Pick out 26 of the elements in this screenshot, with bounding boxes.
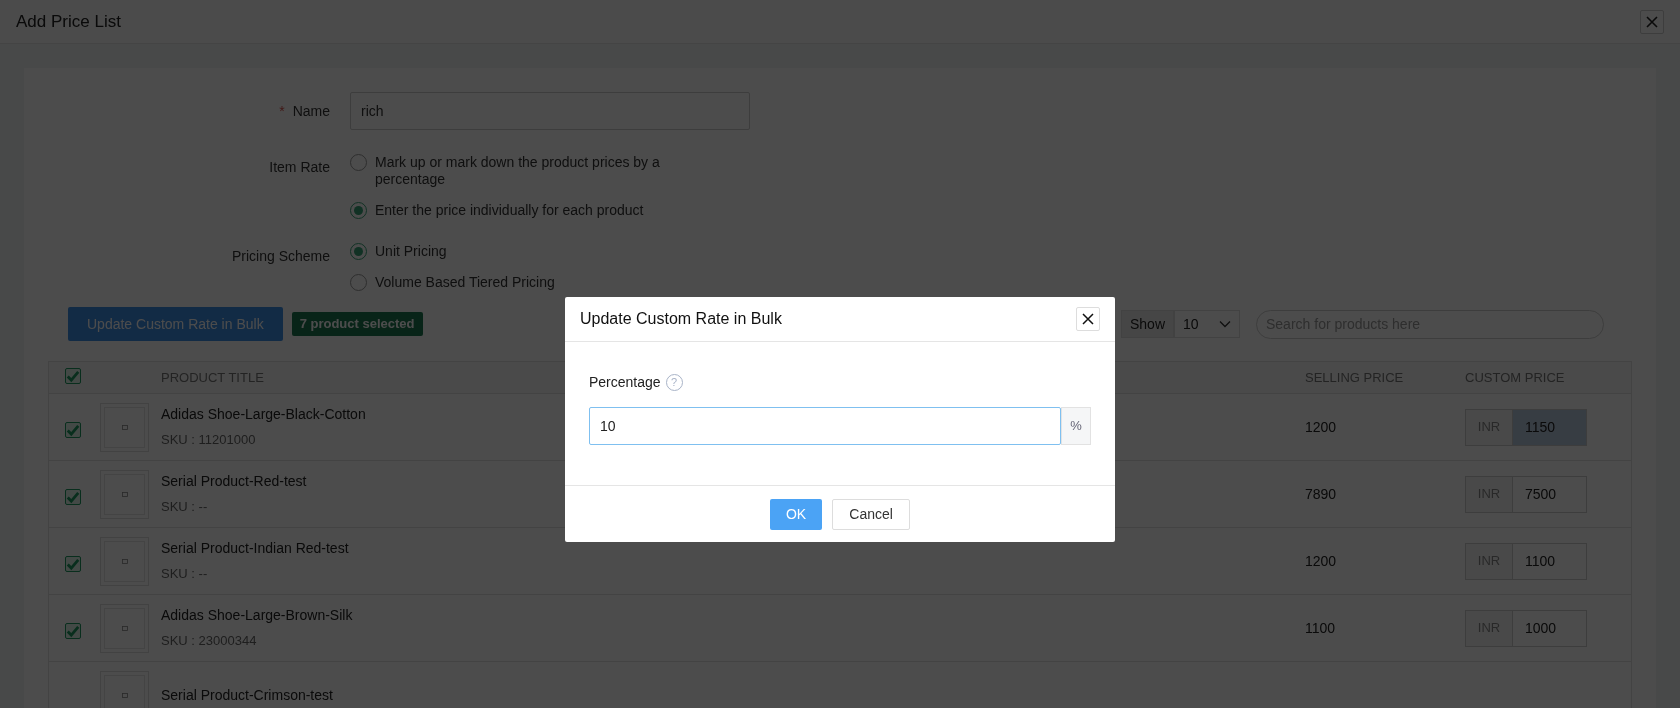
- close-icon: [1082, 313, 1094, 325]
- window-title: Add Price List: [16, 10, 121, 33]
- field-label: Percentage: [589, 373, 661, 392]
- selling-price: 1200: [1305, 419, 1337, 435]
- selling-price: 7890: [1305, 486, 1337, 502]
- close-button[interactable]: [1076, 307, 1100, 331]
- product-title: Serial Product-Indian Red-test: [161, 539, 349, 559]
- field-label: Pricing Scheme: [231, 248, 330, 264]
- percent-suffix: %: [1061, 407, 1091, 445]
- radio-label: Mark up or mark down the product prices by a percentage: [375, 154, 661, 188]
- radio-label: Volume Based Tiered Pricing: [375, 274, 555, 291]
- product-title: Serial Product-Red-test: [161, 472, 307, 492]
- radio-label: Unit Pricing: [375, 243, 447, 260]
- required-mark: *: [279, 101, 285, 121]
- cancel-button[interactable]: Cancel: [832, 498, 911, 530]
- field-label: Item Rate: [269, 159, 330, 175]
- percentage-field[interactable]: 10: [589, 407, 1061, 445]
- product-title: Adidas Shoe-Large-Brown-Silk: [161, 606, 353, 626]
- selling-price: 1100: [1305, 620, 1336, 636]
- selling-price: 1200: [1305, 553, 1337, 569]
- ok-button[interactable]: OK: [769, 498, 823, 530]
- product-title: Adidas Shoe-Large-Black-Cotton: [161, 405, 366, 425]
- product-title: Serial Product-Crimson-test: [161, 685, 333, 705]
- dialog-title: Update Custom Rate in Bulk: [580, 309, 782, 329]
- field-label: Name: [292, 101, 330, 121]
- radio-label: Enter the price individually for each product: [375, 202, 644, 219]
